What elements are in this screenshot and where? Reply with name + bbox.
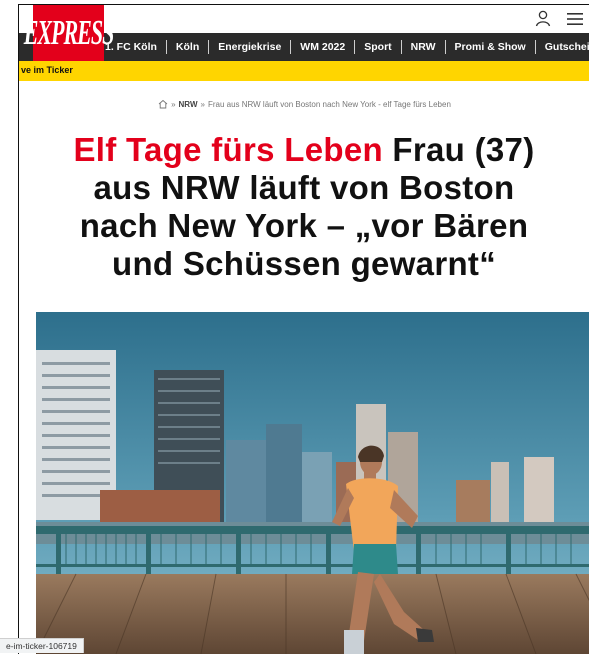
article-kicker: Elf Tage fürs Leben (73, 131, 383, 168)
breadcrumb-current: Frau aus NRW läuft von Boston nach New Y… (207, 99, 451, 109)
user-icon[interactable] (534, 9, 552, 27)
hamburger-menu-icon[interactable] (566, 11, 584, 27)
express-logo[interactable]: EXPRESS (24, 5, 114, 61)
breadcrumb-separator: » (200, 99, 205, 109)
hero-image[interactable] (36, 312, 589, 654)
nav-item-sport[interactable]: Sport (355, 40, 402, 54)
home-icon[interactable] (158, 99, 168, 109)
breadcrumb-section[interactable]: NRW (179, 100, 198, 109)
nav-item-nrw[interactable]: NRW (402, 40, 446, 54)
logo-text: EXPRESS (23, 12, 115, 53)
ticker-label: ve im Ticker (21, 65, 73, 75)
nav-item-gutscheine[interactable]: Gutscheine (536, 40, 589, 54)
breadcrumb-separator: » (171, 99, 176, 109)
nav-item-promi-show[interactable]: Promi & Show (446, 40, 536, 54)
browser-viewport: EXPRESS 1. FC Köln Köln Energiekrise WM … (18, 4, 589, 654)
nav-item-koeln[interactable]: Köln (167, 40, 210, 54)
hero-photo-runner-boston (36, 312, 589, 654)
browser-status-url: e-im-ticker-106719 (0, 638, 84, 653)
nav-item-energiekrise[interactable]: Energiekrise (209, 40, 292, 54)
article-headline: Elf Tage fürs Leben Frau (37) aus NRW lä… (59, 131, 549, 283)
nav-item-wm-2022[interactable]: WM 2022 (291, 40, 356, 54)
breadcrumb: » NRW » Frau aus NRW läuft von Boston na… (19, 99, 589, 109)
live-ticker-bar[interactable]: ve im Ticker (19, 61, 589, 81)
